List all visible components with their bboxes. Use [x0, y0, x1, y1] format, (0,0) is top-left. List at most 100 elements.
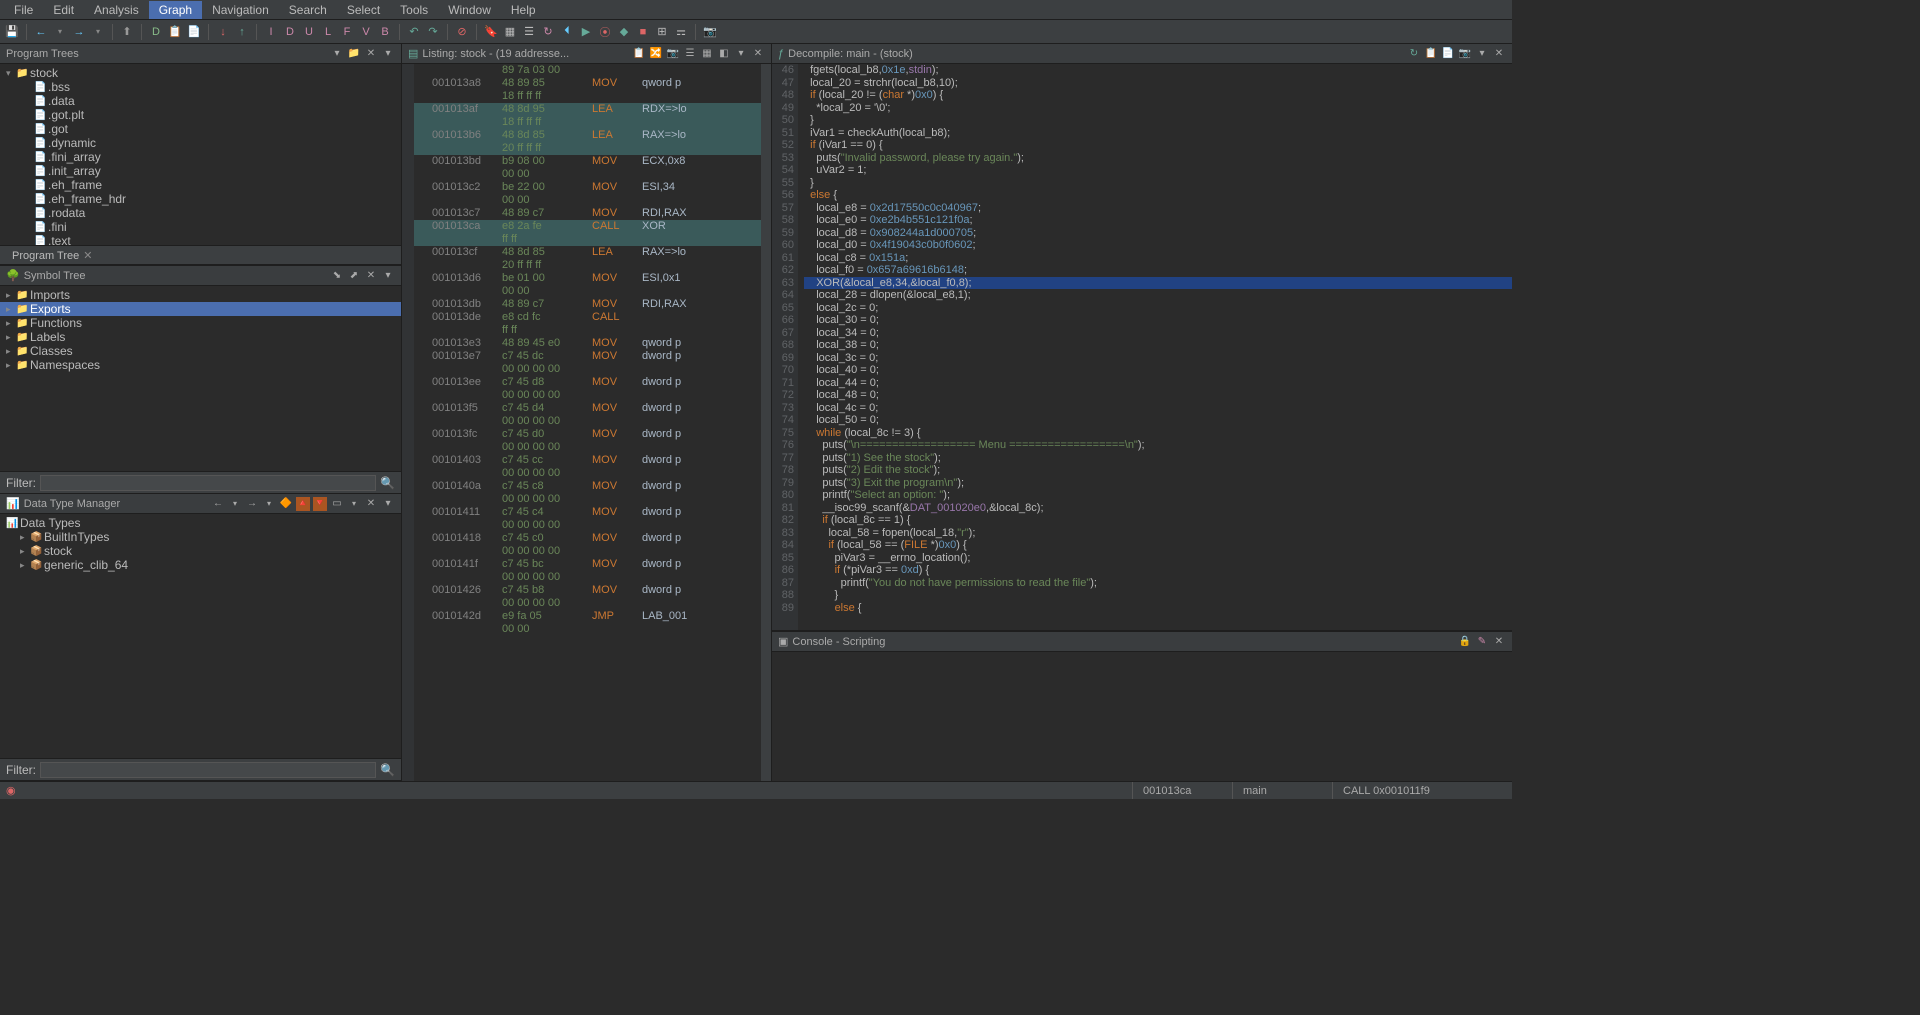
dtm-item[interactable]: ▸📦generic_clib_64 — [0, 558, 401, 572]
close-icon[interactable]: ✕ — [1492, 635, 1506, 649]
close-icon[interactable]: ✕ — [364, 269, 378, 283]
listing-row[interactable]: 001013b648 8d 85LEARAX=>lo — [402, 129, 771, 142]
dropdown-icon[interactable]: ▾ — [381, 47, 395, 61]
clear-icon[interactable]: ⊘ — [454, 24, 470, 40]
menu-search[interactable]: Search — [279, 1, 337, 19]
listing-row[interactable]: 00 00 00 00 — [402, 467, 771, 480]
code-line[interactable]: fgets(local_b8,0x1e,stdin); — [804, 64, 1512, 77]
listing-row[interactable]: 00 00 — [402, 194, 771, 207]
listing-row[interactable]: 00 00 00 00 — [402, 597, 771, 610]
copy-icon[interactable]: 📋 — [632, 47, 646, 61]
menu-navigation[interactable]: Navigation — [202, 1, 279, 19]
code-line[interactable]: puts("3) Exit the program\n"); — [804, 477, 1512, 490]
code-line[interactable]: while (local_8c != 3) { — [804, 427, 1512, 440]
redo-icon[interactable]: ↷ — [425, 24, 441, 40]
code-line[interactable]: local_44 = 0; — [804, 377, 1512, 390]
tree-section[interactable]: 📄.bss — [0, 80, 401, 94]
code-line[interactable]: local_34 = 0; — [804, 327, 1512, 340]
tab-program-tree[interactable]: Program Tree✕ — [6, 247, 98, 264]
listing-row[interactable]: 001013c2be 22 00MOVESI,34 — [402, 181, 771, 194]
tree-section[interactable]: 📄.eh_frame — [0, 178, 401, 192]
listing-view[interactable]: 89 7a 03 00001013a848 89 85MOVqword p18 … — [402, 64, 771, 781]
refresh-icon[interactable]: ↻ — [540, 24, 556, 40]
listing-row[interactable]: 001013a848 89 85MOVqword p — [402, 77, 771, 90]
code-line[interactable]: else { — [804, 189, 1512, 202]
step-up-icon[interactable]: ↑ — [234, 24, 250, 40]
listing-row[interactable]: ff ff — [402, 324, 771, 337]
diff-icon[interactable]: ◧ — [717, 47, 731, 61]
mark-b-icon[interactable]: B — [377, 24, 393, 40]
listing-row[interactable]: 001013af48 8d 95LEARDX=>lo — [402, 103, 771, 116]
listing-row[interactable]: 00101403c7 45 ccMOVdword p — [402, 454, 771, 467]
listing-row[interactable]: 20 ff ff ff — [402, 259, 771, 272]
listing-row[interactable]: ff ff — [402, 233, 771, 246]
code-line[interactable]: uVar2 = 1; — [804, 164, 1512, 177]
code-line[interactable]: XOR(&local_e8,34,&local_f0,8); — [804, 277, 1512, 290]
snap-icon[interactable]: 📷 — [666, 47, 680, 61]
code-line[interactable]: local_38 = 0; — [804, 339, 1512, 352]
window-icon[interactable]: ▦ — [502, 24, 518, 40]
mark-u-icon[interactable]: U — [301, 24, 317, 40]
code-line[interactable]: local_3c = 0; — [804, 352, 1512, 365]
folder-icon[interactable]: 📁 — [347, 47, 361, 61]
listing-row[interactable]: 001013e348 89 45 e0MOVqword p — [402, 337, 771, 350]
listing-row[interactable]: 20 ff ff ff — [402, 142, 771, 155]
refresh-icon[interactable]: ↻ — [1407, 47, 1421, 61]
code-line[interactable]: } — [804, 114, 1512, 127]
listing-row[interactable]: 001013fcc7 45 d0MOVdword p — [402, 428, 771, 441]
graph-icon[interactable]: ⊞ — [654, 24, 670, 40]
save-icon[interactable]: 💾 — [4, 24, 20, 40]
code-line[interactable]: local_c8 = 0x151a; — [804, 252, 1512, 265]
code-line[interactable]: local_2c = 0; — [804, 302, 1512, 315]
code-line[interactable]: if (iVar1 == 0) { — [804, 139, 1512, 152]
dtm-filter-input[interactable] — [40, 762, 376, 778]
back2-icon[interactable]: ⏴ — [559, 24, 575, 40]
listing-row[interactable]: 001013dee8 cd fcCALL — [402, 311, 771, 324]
code-line[interactable]: puts("1) See the stock"); — [804, 452, 1512, 465]
code-line[interactable]: puts("\n================== Menu ========… — [804, 439, 1512, 452]
code-line[interactable]: if (local_8c == 1) { — [804, 514, 1512, 527]
listing-row[interactable]: 001013f5c7 45 d4MOVdword p — [402, 402, 771, 415]
listing-row[interactable]: 0010142de9 fa 05JMPLAB_001 — [402, 610, 771, 623]
listing-row[interactable]: 00 00 00 00 — [402, 363, 771, 376]
listing-row[interactable]: 00 00 00 00 — [402, 441, 771, 454]
dtm-item[interactable]: ▸📦BuiltInTypes — [0, 530, 401, 544]
code-line[interactable]: if (*piVar3 == 0xd) { — [804, 564, 1512, 577]
listing-row[interactable]: 001013e7c7 45 dcMOVdword p — [402, 350, 771, 363]
code-line[interactable]: *local_20 = '\0'; — [804, 102, 1512, 115]
filter2-icon[interactable]: 🔺 — [296, 497, 310, 511]
code-line[interactable]: puts("2) Edit the stock"); — [804, 464, 1512, 477]
menu-help[interactable]: Help — [501, 1, 546, 19]
code-line[interactable]: printf("Select an option: "); — [804, 489, 1512, 502]
listing-row[interactable]: 89 7a 03 00 — [402, 64, 771, 77]
listing-row[interactable]: 00 00 — [402, 285, 771, 298]
mark-d-icon[interactable]: D — [282, 24, 298, 40]
run-icon[interactable]: ▶ — [578, 24, 594, 40]
listing-row[interactable]: 00101426c7 45 b8MOVdword p — [402, 584, 771, 597]
filter1-icon[interactable]: 🔶 — [279, 497, 293, 511]
listing-row[interactable]: 00 00 00 00 — [402, 571, 771, 584]
listing-row[interactable]: 00 00 00 00 — [402, 545, 771, 558]
menu-window[interactable]: Window — [438, 1, 501, 19]
symbol-tree[interactable]: ▸📁Imports▸📁Exports▸📁Functions▸📁Labels▸📁C… — [0, 286, 401, 471]
tree-section[interactable]: 📄.init_array — [0, 164, 401, 178]
code-line[interactable]: local_20 = strchr(local_b8,10); — [804, 77, 1512, 90]
listing-row[interactable]: 001013c748 89 c7MOVRDI,RAX — [402, 207, 771, 220]
code-line[interactable]: iVar1 = checkAuth(local_b8); — [804, 127, 1512, 140]
record-icon[interactable]: ■ — [635, 24, 651, 40]
code-line[interactable]: if (local_58 == (FILE *)0x0) { — [804, 539, 1512, 552]
listing-row[interactable]: 00 00 — [402, 623, 771, 636]
symbol-item-namespaces[interactable]: ▸📁Namespaces — [0, 358, 401, 372]
tree-icon[interactable]: ☰ — [521, 24, 537, 40]
snapshot-icon[interactable]: 📷 — [1458, 47, 1472, 61]
listing-row[interactable]: 001013d6be 01 00MOVESI,0x1 — [402, 272, 771, 285]
dropdown-icon[interactable]: ▾ — [90, 24, 106, 40]
stop-icon[interactable]: ⦿ — [597, 24, 613, 40]
lock-icon[interactable]: 🔒 — [1458, 635, 1472, 649]
listing-row[interactable]: 00 00 00 00 — [402, 389, 771, 402]
mark-f-icon[interactable]: F — [339, 24, 355, 40]
layout-icon[interactable]: ☰ — [683, 47, 697, 61]
dropdown-icon[interactable]: ▾ — [347, 497, 361, 511]
listing-row[interactable]: 00101411c7 45 c4MOVdword p — [402, 506, 771, 519]
menu-graph[interactable]: Graph — [149, 1, 202, 19]
